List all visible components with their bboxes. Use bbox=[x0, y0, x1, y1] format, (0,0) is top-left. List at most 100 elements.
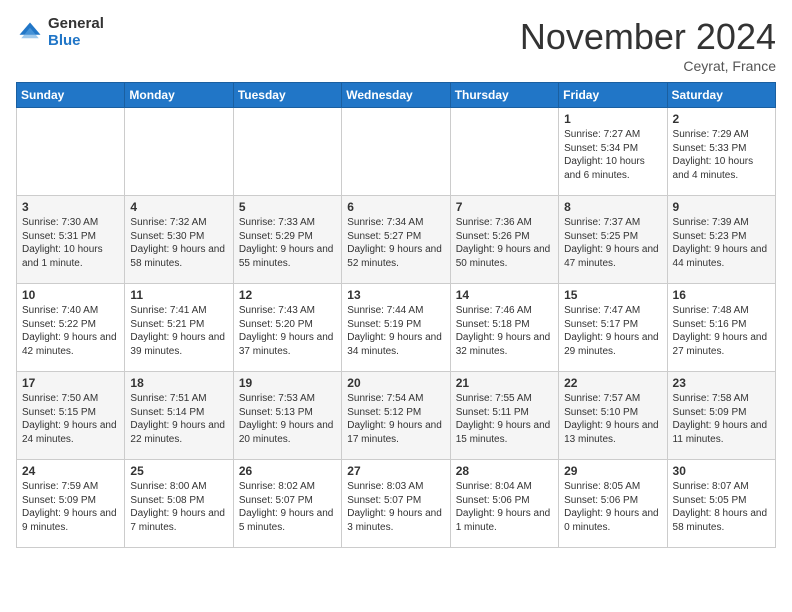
month-title: November 2024 bbox=[520, 16, 776, 58]
cell-content: Sunrise: 7:39 AM Sunset: 5:23 PM Dayligh… bbox=[673, 216, 770, 270]
calendar-cell bbox=[17, 108, 125, 196]
calendar-cell: 9 Sunrise: 7:39 AM Sunset: 5:23 PM Daylig… bbox=[667, 196, 775, 284]
calendar-cell: 7 Sunrise: 7:36 AM Sunset: 5:26 PM Daylig… bbox=[450, 196, 558, 284]
day-number: 7 bbox=[456, 200, 553, 214]
cell-content: Sunrise: 7:43 AM Sunset: 5:20 PM Dayligh… bbox=[239, 304, 336, 358]
day-number: 2 bbox=[673, 112, 770, 126]
cell-content: Sunrise: 7:40 AM Sunset: 5:22 PM Dayligh… bbox=[22, 304, 119, 358]
cell-content: Sunrise: 7:46 AM Sunset: 5:18 PM Dayligh… bbox=[456, 304, 553, 358]
cell-content: Sunrise: 8:04 AM Sunset: 5:06 PM Dayligh… bbox=[456, 480, 553, 534]
logo-general-text: General bbox=[48, 16, 104, 33]
cell-content: Sunrise: 7:51 AM Sunset: 5:14 PM Dayligh… bbox=[130, 392, 227, 446]
calendar-cell: 27 Sunrise: 8:03 AM Sunset: 5:07 PM Dayli… bbox=[342, 460, 450, 548]
day-number: 13 bbox=[347, 288, 444, 302]
calendar-week-row: 10 Sunrise: 7:40 AM Sunset: 5:22 PM Dayli… bbox=[17, 284, 776, 372]
day-number: 4 bbox=[130, 200, 227, 214]
calendar-cell: 5 Sunrise: 7:33 AM Sunset: 5:29 PM Daylig… bbox=[233, 196, 341, 284]
day-number: 16 bbox=[673, 288, 770, 302]
location-subtitle: Ceyrat, France bbox=[520, 58, 776, 74]
day-number: 27 bbox=[347, 464, 444, 478]
day-number: 1 bbox=[564, 112, 661, 126]
day-number: 6 bbox=[347, 200, 444, 214]
title-area: November 2024 Ceyrat, France bbox=[520, 16, 776, 74]
cell-content: Sunrise: 7:34 AM Sunset: 5:27 PM Dayligh… bbox=[347, 216, 444, 270]
cell-content: Sunrise: 7:30 AM Sunset: 5:31 PM Dayligh… bbox=[22, 216, 119, 270]
calendar-cell: 26 Sunrise: 8:02 AM Sunset: 5:07 PM Dayli… bbox=[233, 460, 341, 548]
day-number: 15 bbox=[564, 288, 661, 302]
day-header-friday: Friday bbox=[559, 83, 667, 108]
calendar-cell: 19 Sunrise: 7:53 AM Sunset: 5:13 PM Dayli… bbox=[233, 372, 341, 460]
calendar-cell: 11Sunrise: 7:41 AM Sunset: 5:21 PM Dayli… bbox=[125, 284, 233, 372]
page-header: General Blue November 2024 Ceyrat, Franc… bbox=[16, 16, 776, 74]
calendar-cell: 23Sunrise: 7:58 AM Sunset: 5:09 PM Dayli… bbox=[667, 372, 775, 460]
day-number: 24 bbox=[22, 464, 119, 478]
day-header-sunday: Sunday bbox=[17, 83, 125, 108]
calendar-cell: 28 Sunrise: 8:04 AM Sunset: 5:06 PM Dayli… bbox=[450, 460, 558, 548]
cell-content: Sunrise: 8:07 AM Sunset: 5:05 PM Dayligh… bbox=[673, 480, 770, 534]
day-number: 20 bbox=[347, 376, 444, 390]
calendar-cell: 24Sunrise: 7:59 AM Sunset: 5:09 PM Dayli… bbox=[17, 460, 125, 548]
day-number: 14 bbox=[456, 288, 553, 302]
day-header-saturday: Saturday bbox=[667, 83, 775, 108]
cell-content: Sunrise: 7:27 AM Sunset: 5:34 PM Dayligh… bbox=[564, 128, 661, 182]
day-number: 19 bbox=[239, 376, 336, 390]
calendar-cell: 3 Sunrise: 7:30 AM Sunset: 5:31 PM Daylig… bbox=[17, 196, 125, 284]
calendar-week-row: 17Sunrise: 7:50 AM Sunset: 5:15 PM Dayli… bbox=[17, 372, 776, 460]
cell-content: Sunrise: 7:37 AM Sunset: 5:25 PM Dayligh… bbox=[564, 216, 661, 270]
calendar-week-row: 24Sunrise: 7:59 AM Sunset: 5:09 PM Dayli… bbox=[17, 460, 776, 548]
day-number: 5 bbox=[239, 200, 336, 214]
day-header-tuesday: Tuesday bbox=[233, 83, 341, 108]
calendar-cell: 21Sunrise: 7:55 AM Sunset: 5:11 PM Dayli… bbox=[450, 372, 558, 460]
calendar-header-row: SundayMondayTuesdayWednesdayThursdayFrid… bbox=[17, 83, 776, 108]
day-number: 22 bbox=[564, 376, 661, 390]
cell-content: Sunrise: 7:36 AM Sunset: 5:26 PM Dayligh… bbox=[456, 216, 553, 270]
calendar-cell: 1 Sunrise: 7:27 AM Sunset: 5:34 PM Daylig… bbox=[559, 108, 667, 196]
cell-content: Sunrise: 7:57 AM Sunset: 5:10 PM Dayligh… bbox=[564, 392, 661, 446]
cell-content: Sunrise: 7:54 AM Sunset: 5:12 PM Dayligh… bbox=[347, 392, 444, 446]
calendar-week-row: 3 Sunrise: 7:30 AM Sunset: 5:31 PM Daylig… bbox=[17, 196, 776, 284]
calendar-cell: 10 Sunrise: 7:40 AM Sunset: 5:22 PM Dayli… bbox=[17, 284, 125, 372]
cell-content: Sunrise: 7:29 AM Sunset: 5:33 PM Dayligh… bbox=[673, 128, 770, 182]
logo: General Blue bbox=[16, 16, 104, 49]
calendar-cell bbox=[125, 108, 233, 196]
day-number: 18 bbox=[130, 376, 227, 390]
cell-content: Sunrise: 7:58 AM Sunset: 5:09 PM Dayligh… bbox=[673, 392, 770, 446]
calendar-cell: 16 Sunrise: 7:48 AM Sunset: 5:16 PM Dayli… bbox=[667, 284, 775, 372]
calendar-cell: 22 Sunrise: 7:57 AM Sunset: 5:10 PM Dayli… bbox=[559, 372, 667, 460]
day-number: 26 bbox=[239, 464, 336, 478]
calendar-cell: 14 Sunrise: 7:46 AM Sunset: 5:18 PM Dayli… bbox=[450, 284, 558, 372]
calendar-cell bbox=[342, 108, 450, 196]
day-number: 30 bbox=[673, 464, 770, 478]
cell-content: Sunrise: 7:53 AM Sunset: 5:13 PM Dayligh… bbox=[239, 392, 336, 446]
calendar-cell: 12Sunrise: 7:43 AM Sunset: 5:20 PM Dayli… bbox=[233, 284, 341, 372]
day-number: 3 bbox=[22, 200, 119, 214]
calendar-cell: 20 Sunrise: 7:54 AM Sunset: 5:12 PM Dayli… bbox=[342, 372, 450, 460]
day-number: 9 bbox=[673, 200, 770, 214]
calendar-cell: 17Sunrise: 7:50 AM Sunset: 5:15 PM Dayli… bbox=[17, 372, 125, 460]
day-header-thursday: Thursday bbox=[450, 83, 558, 108]
calendar-table: SundayMondayTuesdayWednesdayThursdayFrid… bbox=[16, 82, 776, 548]
calendar-cell: 8 Sunrise: 7:37 AM Sunset: 5:25 PM Daylig… bbox=[559, 196, 667, 284]
day-number: 10 bbox=[22, 288, 119, 302]
day-number: 25 bbox=[130, 464, 227, 478]
cell-content: Sunrise: 7:32 AM Sunset: 5:30 PM Dayligh… bbox=[130, 216, 227, 270]
calendar-cell: 6 Sunrise: 7:34 AM Sunset: 5:27 PM Daylig… bbox=[342, 196, 450, 284]
calendar-cell: 15 Sunrise: 7:47 AM Sunset: 5:17 PM Dayli… bbox=[559, 284, 667, 372]
calendar-cell: 4 Sunrise: 7:32 AM Sunset: 5:30 PM Daylig… bbox=[125, 196, 233, 284]
day-number: 8 bbox=[564, 200, 661, 214]
calendar-cell: 18 Sunrise: 7:51 AM Sunset: 5:14 PM Dayli… bbox=[125, 372, 233, 460]
cell-content: Sunrise: 7:41 AM Sunset: 5:21 PM Dayligh… bbox=[130, 304, 227, 358]
cell-content: Sunrise: 7:33 AM Sunset: 5:29 PM Dayligh… bbox=[239, 216, 336, 270]
calendar-cell: 13Sunrise: 7:44 AM Sunset: 5:19 PM Dayli… bbox=[342, 284, 450, 372]
cell-content: Sunrise: 8:02 AM Sunset: 5:07 PM Dayligh… bbox=[239, 480, 336, 534]
cell-content: Sunrise: 8:00 AM Sunset: 5:08 PM Dayligh… bbox=[130, 480, 227, 534]
cell-content: Sunrise: 7:47 AM Sunset: 5:17 PM Dayligh… bbox=[564, 304, 661, 358]
cell-content: Sunrise: 8:05 AM Sunset: 5:06 PM Dayligh… bbox=[564, 480, 661, 534]
calendar-cell: 30 Sunrise: 8:07 AM Sunset: 5:05 PM Dayli… bbox=[667, 460, 775, 548]
day-header-wednesday: Wednesday bbox=[342, 83, 450, 108]
cell-content: Sunrise: 8:03 AM Sunset: 5:07 PM Dayligh… bbox=[347, 480, 444, 534]
day-number: 28 bbox=[456, 464, 553, 478]
day-header-monday: Monday bbox=[125, 83, 233, 108]
cell-content: Sunrise: 7:48 AM Sunset: 5:16 PM Dayligh… bbox=[673, 304, 770, 358]
calendar-cell: 29Sunrise: 8:05 AM Sunset: 5:06 PM Dayli… bbox=[559, 460, 667, 548]
